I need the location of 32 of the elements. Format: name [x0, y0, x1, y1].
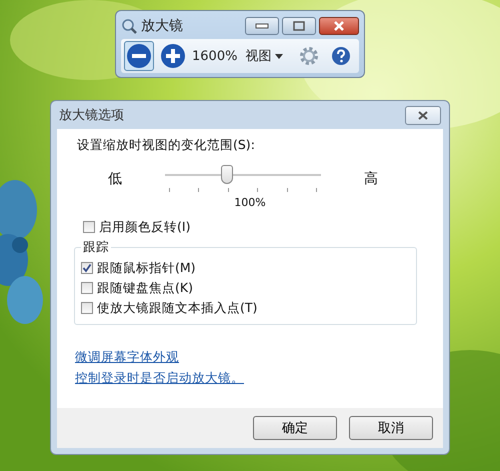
help-icon[interactable] [331, 46, 352, 66]
maximize-button[interactable] [282, 17, 316, 35]
ok-button[interactable]: 确定 [253, 416, 337, 440]
tracking-checkbox[interactable]: 使放大镜跟随文本插入点(T) [81, 298, 410, 318]
dialog-title: 放大镜选项 [59, 107, 124, 124]
zoom-level: 1600% [192, 48, 238, 64]
close-icon [333, 21, 345, 31]
close-icon [417, 110, 429, 120]
minimize-icon [255, 23, 269, 29]
minimize-button[interactable] [245, 17, 279, 35]
slider-thumb[interactable] [221, 165, 234, 184]
settings-link[interactable]: 控制登录时是否启动放大镜。 [75, 370, 244, 387]
low-label: 低 [107, 170, 123, 188]
tracking-checkbox[interactable]: 跟随键盘焦点(K) [81, 278, 410, 298]
invert-checkbox[interactable]: 启用颜色反转(I) [83, 217, 425, 237]
zoom-range-label: 设置缩放时视图的变化范围(S): [77, 137, 256, 154]
zoom-reading: 100% [233, 196, 267, 209]
close-button[interactable] [319, 17, 359, 35]
zoom-out-button[interactable] [124, 41, 154, 71]
maximize-icon [293, 21, 305, 31]
window-title: 放大镜 [141, 17, 183, 35]
caret-icon [275, 54, 284, 58]
close-button[interactable] [405, 106, 441, 124]
tracking-checkbox[interactable]: 跟随鼠标指针(M) [81, 258, 410, 278]
magnifier-icon [121, 18, 137, 34]
cancel-button[interactable]: 取消 [349, 416, 433, 440]
high-label: 高 [363, 170, 379, 188]
view-menu[interactable]: 视图 [241, 47, 288, 65]
settings-icon[interactable] [299, 46, 320, 66]
settings-link[interactable]: 微调屏幕字体外观 [75, 349, 179, 366]
zoom-in-button[interactable] [158, 41, 188, 71]
checkmark-icon [82, 263, 92, 273]
